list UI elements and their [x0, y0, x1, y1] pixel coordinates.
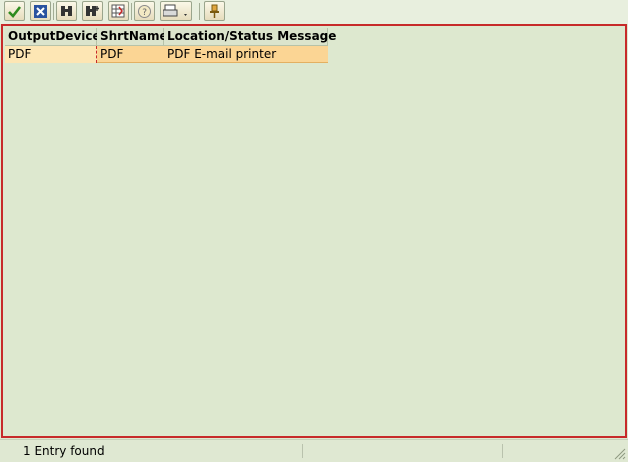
svg-text:?: ? [142, 8, 147, 18]
toolbar-separator [131, 3, 132, 20]
continue-button[interactable] [4, 1, 25, 21]
table-cell-shrtname[interactable]: PDF [97, 46, 164, 63]
column-header-location-status[interactable]: Location/Status Message [164, 28, 336, 45]
hold-selection-button[interactable] [204, 1, 225, 21]
close-x-icon [34, 5, 47, 18]
sort-button[interactable] [108, 1, 129, 21]
table-row[interactable]: PDF PDF PDF E-mail printer [5, 46, 328, 63]
info-icon: ? [138, 5, 151, 18]
toolbar-separator [199, 3, 200, 20]
table-header: OutputDevice ShrtName Location/Status Me… [5, 28, 336, 46]
column-header-outputdevice[interactable]: OutputDevice [5, 28, 101, 45]
pin-icon [210, 4, 219, 18]
status-bar: 1 Entry found [0, 439, 628, 462]
resize-grip-icon[interactable] [612, 446, 626, 460]
find-next-button[interactable] [82, 1, 103, 21]
table-cell-location-status[interactable]: PDF E-mail printer [164, 46, 328, 63]
cancel-button[interactable] [30, 1, 51, 21]
status-separator [302, 444, 303, 458]
toolbar-separator [53, 3, 54, 20]
status-message: 1 Entry found [23, 444, 105, 458]
checkmark-icon [8, 6, 22, 18]
column-header-shrtname[interactable]: ShrtName [97, 28, 168, 45]
find-button[interactable] [56, 1, 77, 21]
binoculars-plus-icon [86, 6, 99, 16]
toolbar: ? [0, 0, 628, 24]
table-cell-outputdevice[interactable]: PDF [5, 46, 97, 63]
print-button[interactable] [160, 1, 192, 21]
printer-icon [163, 4, 187, 17]
binoculars-icon [61, 6, 72, 16]
results-list-frame: OutputDevice ShrtName Location/Status Me… [1, 24, 627, 438]
info-button[interactable]: ? [134, 1, 155, 21]
sort-grid-icon [111, 4, 125, 18]
status-separator [502, 444, 503, 458]
